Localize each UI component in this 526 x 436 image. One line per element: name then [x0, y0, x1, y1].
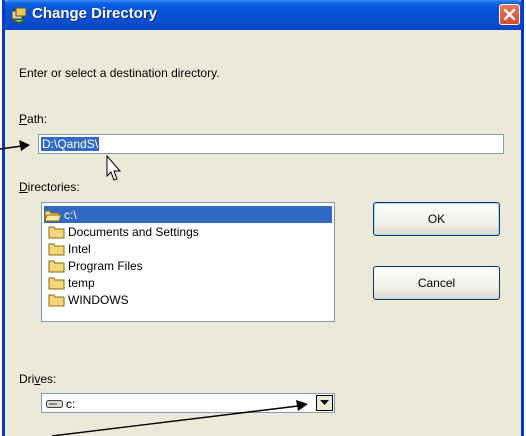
close-icon: [503, 8, 516, 21]
path-input[interactable]: D:\QandS\: [38, 134, 504, 154]
dir-item[interactable]: Documents and Settings: [48, 223, 199, 240]
path-label: Path:: [19, 112, 48, 126]
instruction-text: Enter or select a destination directory.: [19, 66, 220, 80]
dir-item[interactable]: Program Files: [48, 257, 143, 274]
folder-icon: [48, 277, 65, 289]
drives-dropdown-button[interactable]: [316, 395, 333, 411]
drives-label: Drives:: [19, 372, 57, 386]
folder-icon: [48, 243, 65, 255]
folder-icon: [48, 260, 65, 272]
dir-item[interactable]: temp: [48, 274, 95, 291]
folder-icon: [48, 226, 65, 238]
dir-item[interactable]: Intel: [48, 240, 91, 257]
path-value: D:\QandS\: [41, 137, 100, 151]
ok-button[interactable]: OK: [373, 202, 500, 236]
window-title: Change Directory: [32, 5, 158, 22]
cancel-button[interactable]: Cancel: [373, 266, 500, 300]
chevron-down-icon: [320, 400, 329, 405]
folder-open-icon: [44, 210, 62, 221]
drive-value: c:: [66, 397, 76, 411]
directories-label: Directories:: [19, 180, 80, 194]
change-directory-window: Change Directory Enter or select a desti…: [2, 0, 524, 436]
dir-item[interactable]: WINDOWS: [48, 291, 129, 308]
dir-item-c-root[interactable]: c:\: [44, 206, 332, 223]
drive-icon: [46, 400, 63, 408]
window-icon: [11, 7, 27, 24]
folder-icon: [48, 294, 65, 306]
title-bar[interactable]: Change Directory: [5, 0, 521, 30]
drives-combobox[interactable]: c:: [41, 393, 335, 413]
directories-listbox[interactable]: c:\ Documents and Settings Intel Program…: [41, 202, 335, 322]
close-button[interactable]: [499, 4, 520, 25]
